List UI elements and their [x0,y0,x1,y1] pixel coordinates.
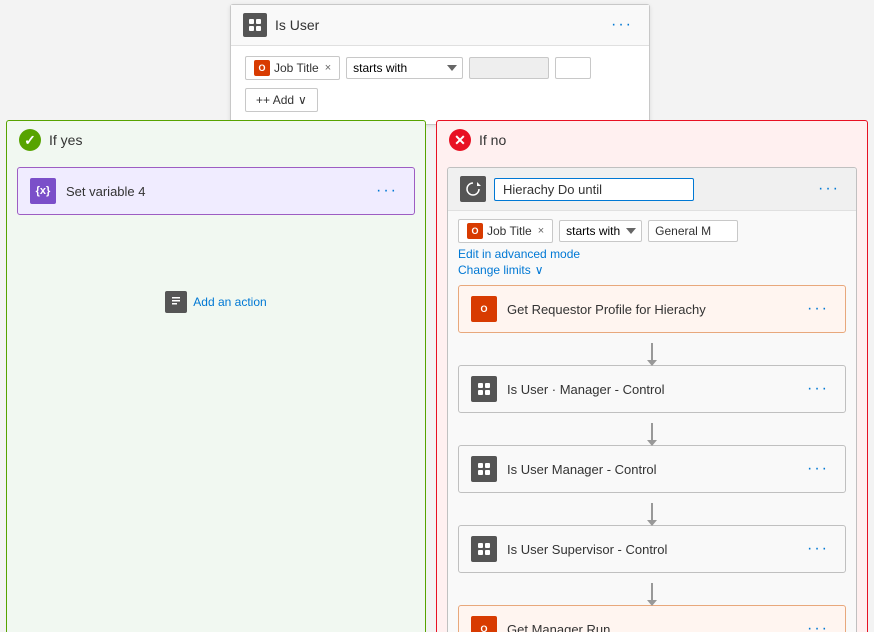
branch-no-header: ✕ If no [437,121,867,159]
action-row-3: Is User Supervisor - Control ··· [459,526,845,572]
condition-header-left: Is User [243,13,319,37]
gray-icon-2 [471,456,497,482]
do-until-menu-button[interactable]: ··· [814,178,844,200]
edit-advanced-mode-link[interactable]: Edit in advanced mode [458,247,846,261]
action-row-4: O Get Manager Run ··· [459,606,845,632]
do-until-job-title-tag: O Job Title × [458,219,553,243]
filter-row: O Job Title × starts with equals contain… [245,56,635,80]
action-left-0: O Get Requestor Profile for Hierachy [471,296,706,322]
filter-value-input[interactable] [469,57,549,79]
do-until-remove-tag[interactable]: × [538,225,544,237]
branch-yes-content: {x} Set variable 4 ··· [7,159,425,329]
action-row-2: Is User Manager - Control ··· [459,446,845,492]
action-block-0: O Get Requestor Profile for Hierachy ··· [458,285,846,333]
do-until-loop-icon [460,176,486,202]
remove-job-title-button[interactable]: × [325,62,331,74]
job-title-label: Job Title [274,61,319,75]
do-until-value-input[interactable] [648,220,738,242]
action-label-2: Is User Manager - Control [507,462,657,477]
gray-icon-3 [471,536,497,562]
branch-yes-header: ✓ If yes [7,121,425,159]
gray-icon-1 [471,376,497,402]
action-label-3: Is User Supervisor - Control [507,542,667,557]
branch-no-label: If no [479,132,506,148]
set-variable-4-block: {x} Set variable 4 ··· [17,167,415,215]
condition-icon [243,13,267,37]
action-menu-1[interactable]: ··· [803,378,833,400]
office-icon-0: O [471,296,497,322]
set-variable-4-left: {x} Set variable 4 [30,178,146,204]
add-condition-plus: + [256,93,263,107]
do-until-block: ··· O Job Title × st [447,167,857,632]
office-icon-4: O [471,616,497,632]
action-block-3: Is User Supervisor - Control ··· [458,525,846,573]
add-action-yes-label: Add an action [193,295,266,309]
yes-badge: ✓ [19,129,41,151]
is-user-condition-card: Is User ··· O Job Title × starts with eq… [230,4,650,125]
set-variable-4-menu[interactable]: ··· [372,180,402,202]
action-menu-3[interactable]: ··· [803,538,833,560]
arrow-0 [458,339,846,365]
action-block-2: Is User Manager - Control ··· [458,445,846,493]
action-row-0: O Get Requestor Profile for Hierachy ··· [459,286,845,332]
action-menu-4[interactable]: ··· [803,618,833,632]
action-menu-2[interactable]: ··· [803,458,833,480]
condition-title: Is User [275,17,319,33]
action-label-1: Is User · Manager - Control [507,382,665,397]
condition-body: O Job Title × starts with equals contain… [231,46,649,124]
branch-no-content: ··· O Job Title × st [437,159,867,632]
filter-blank-input[interactable] [555,57,591,79]
branch-yes-label: If yes [49,132,82,148]
branches-container: ✓ If yes {x} Set variable 4 ··· [6,120,868,632]
do-until-operator-select[interactable]: starts with equals contains [559,220,642,242]
action-block-4: O Get Manager Run ··· [458,605,846,632]
action-left-2: Is User Manager - Control [471,456,657,482]
do-until-body: O Job Title × starts with equals contain… [448,211,856,632]
action-menu-0[interactable]: ··· [803,298,833,320]
office-icon: O [254,60,270,76]
condition-menu-button[interactable]: ··· [607,14,637,36]
arrow-1 [458,419,846,445]
set-variable-4-label: Set variable 4 [66,184,146,199]
action-left-1: Is User · Manager - Control [471,376,665,402]
action-row-1: Is User · Manager - Control ··· [459,366,845,412]
do-until-office-icon: O [467,223,483,239]
set-variable-4-row: {x} Set variable 4 ··· [18,168,414,214]
action-label-0: Get Requestor Profile for Hierachy [507,302,706,317]
action-label-4: Get Manager Run [507,622,610,632]
action-left-3: Is User Supervisor - Control [471,536,667,562]
add-condition-label: + Add [263,93,294,107]
arrow-2 [458,499,846,525]
add-action-icon [165,291,187,313]
add-condition-button[interactable]: + + Add ∨ [245,88,318,112]
do-until-job-title-label: Job Title [487,224,532,238]
do-until-filter-row: O Job Title × starts with equals contain… [458,219,846,243]
no-badge: ✕ [449,129,471,151]
do-until-title-input[interactable] [494,178,694,201]
do-until-header-left [460,176,694,202]
condition-card-header: Is User ··· [231,5,649,46]
add-action-yes-button[interactable]: Add an action [17,283,415,321]
change-limits[interactable]: Change limits ∨ [458,263,846,277]
branch-yes: ✓ If yes {x} Set variable 4 ··· [6,120,426,632]
action-block-1: Is User · Manager - Control ··· [458,365,846,413]
arrow-3 [458,579,846,605]
job-title-tag: O Job Title × [245,56,340,80]
do-until-header: ··· [448,168,856,211]
branch-no: ✕ If no [436,120,868,632]
set-variable-4-icon: {x} [30,178,56,204]
add-condition-caret: ∨ [298,93,307,107]
operator-select[interactable]: starts with equals contains does not con… [346,57,463,79]
action-left-4: O Get Manager Run [471,616,610,632]
